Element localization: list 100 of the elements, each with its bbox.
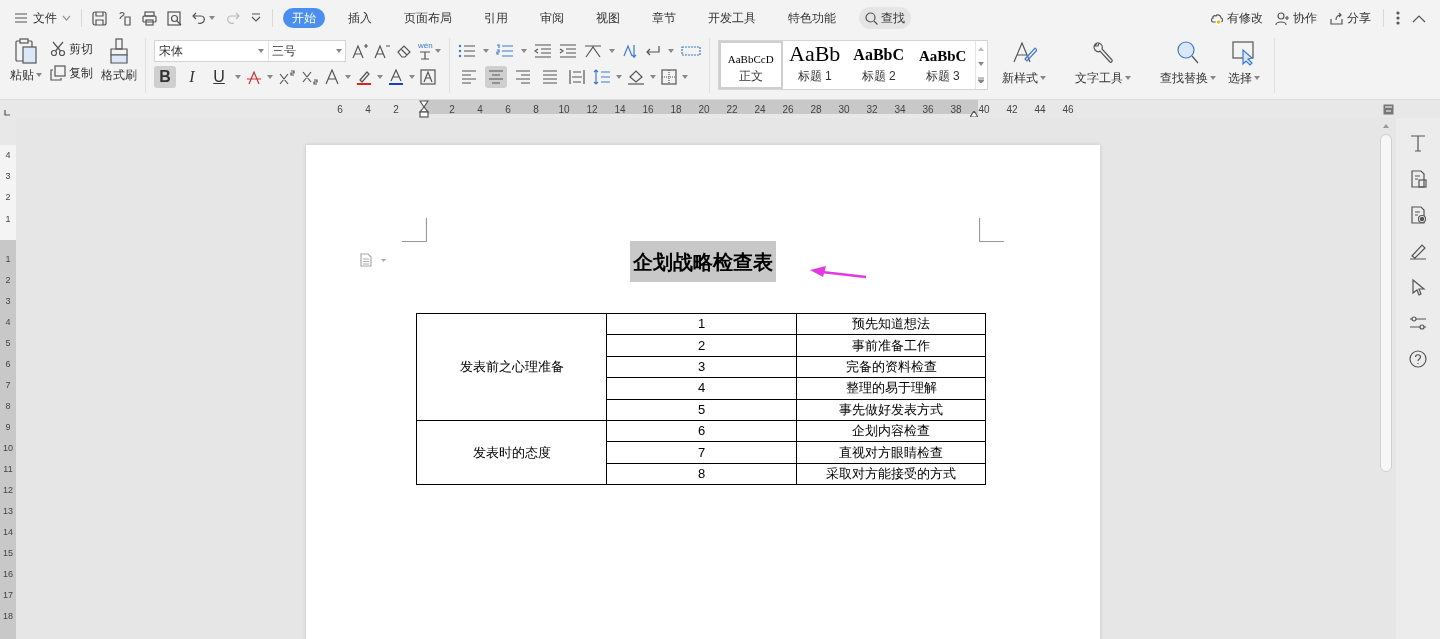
toolbar-action[interactable]: 有修改 <box>1209 9 1263 27</box>
ruler-number: 12 <box>586 102 598 117</box>
file-menu[interactable]: 文件 <box>14 9 71 27</box>
ribbon-tab[interactable]: 特色功能 <box>779 8 845 28</box>
line-break-icon[interactable] <box>644 44 661 58</box>
scrollbar-thumb[interactable] <box>1380 134 1392 472</box>
indent-marker-icon[interactable] <box>419 100 429 118</box>
save-icon[interactable] <box>92 10 107 26</box>
caret-icon[interactable] <box>615 75 622 79</box>
more-vertical-icon[interactable] <box>1396 11 1400 25</box>
highlighter-icon[interactable] <box>356 69 372 85</box>
superscript-icon[interactable] <box>278 69 296 85</box>
borders-icon[interactable] <box>660 69 677 85</box>
caret-icon[interactable] <box>345 75 351 79</box>
ribbon-tab[interactable]: 开发工具 <box>699 8 765 28</box>
copy-button[interactable]: 复制 <box>50 64 93 82</box>
ribbon-tab[interactable]: 审阅 <box>531 8 573 28</box>
ribbon-tool-button[interactable]: 选择 <box>1221 40 1266 87</box>
paste-button[interactable]: 粘贴 <box>10 38 42 84</box>
expand-gallery-icon[interactable] <box>978 77 985 84</box>
cut-button[interactable]: 剪切 <box>50 40 93 58</box>
caret-icon[interactable] <box>482 49 489 53</box>
document-bookmark-icon[interactable] <box>1409 170 1427 188</box>
ruler-number: 10 <box>558 102 570 117</box>
shrink-font-icon[interactable] <box>374 43 390 59</box>
ruler-number: 18 <box>2 609 14 623</box>
font-style-button[interactable]: I <box>181 66 203 88</box>
style-option[interactable]: AaBbC 标题 3 <box>910 41 975 89</box>
caret-icon[interactable] <box>409 75 415 79</box>
ruler-number: 44 <box>1034 102 1046 117</box>
subscript-icon[interactable] <box>301 69 319 85</box>
ribbon-tab[interactable]: 插入 <box>339 8 381 28</box>
text-icon[interactable] <box>1409 134 1427 152</box>
pen-icon[interactable] <box>1409 242 1427 260</box>
ruler-icon[interactable] <box>680 46 701 56</box>
ruler-number: 5 <box>4 336 12 350</box>
grow-font-icon[interactable] <box>352 43 368 59</box>
caret-icon[interactable] <box>681 75 688 79</box>
format-painter-button[interactable]: 格式刷 <box>101 38 137 84</box>
collapse-icon[interactable] <box>1412 13 1426 23</box>
font-color-icon[interactable] <box>388 69 404 85</box>
character-border-icon[interactable] <box>420 69 436 85</box>
ribbon-tool-button[interactable]: 新样式 <box>995 40 1052 87</box>
ribbon-tab[interactable]: 页面布局 <box>395 8 461 28</box>
caret-icon[interactable] <box>1253 76 1260 80</box>
print-preview-icon[interactable] <box>167 10 182 26</box>
text-direction-icon[interactable] <box>583 44 602 58</box>
caret-icon[interactable] <box>209 16 215 20</box>
font-style-button[interactable]: U <box>208 66 230 88</box>
phonetic-guide-button[interactable]: wén <box>418 42 433 60</box>
align-center-button[interactable] <box>484 66 507 88</box>
numbered-list-icon[interactable] <box>495 44 514 58</box>
caret-icon[interactable] <box>1039 76 1046 80</box>
text-effect-icon[interactable] <box>324 69 340 85</box>
scroll-down-icon[interactable] <box>978 62 985 66</box>
tool-label: 选择 <box>1227 70 1252 87</box>
sort-icon[interactable] <box>621 43 638 59</box>
style-option[interactable]: AaBbC 标题 2 <box>846 41 911 89</box>
more-icon[interactable] <box>250 12 262 24</box>
search-button[interactable]: 查找 <box>859 7 911 29</box>
document-record-icon[interactable] <box>1409 206 1427 224</box>
caret-icon[interactable] <box>434 49 441 53</box>
ruler-number: 36 <box>922 102 934 117</box>
scroll-up-icon[interactable] <box>978 46 985 51</box>
caret-icon[interactable] <box>36 73 42 77</box>
caret-icon[interactable] <box>608 49 615 53</box>
ribbon-tab[interactable]: 视图 <box>587 8 629 28</box>
toolbar-action[interactable]: 协作 <box>1275 9 1317 27</box>
increase-indent-icon[interactable] <box>558 44 577 58</box>
undo-icon[interactable] <box>192 10 207 26</box>
caret-icon[interactable] <box>1209 76 1216 80</box>
shading-icon[interactable] <box>626 69 645 85</box>
ribbon-tab[interactable]: 引用 <box>475 8 517 28</box>
font-style-button[interactable]: B <box>154 66 176 88</box>
style-option[interactable]: AaBbCcD 正文 <box>718 41 783 89</box>
caret-icon[interactable] <box>520 49 527 53</box>
caret-icon[interactable] <box>667 49 674 53</box>
ribbon-tool-button[interactable]: 查找替换 <box>1153 40 1222 87</box>
eraser-icon[interactable] <box>396 43 412 59</box>
toolbar-action[interactable]: 分享 <box>1329 9 1371 27</box>
copy-icon <box>50 65 66 81</box>
style-option[interactable]: AaBb 标题 1 <box>782 41 847 89</box>
caret-icon[interactable] <box>377 75 383 79</box>
ribbon-tool-button[interactable]: 文字工具 <box>1068 40 1137 87</box>
ribbon-tab[interactable]: 章节 <box>643 8 685 28</box>
caret-icon[interactable] <box>1124 76 1131 80</box>
document-options-icon[interactable] <box>360 253 386 267</box>
line-spacing-icon[interactable] <box>592 69 611 85</box>
caret-icon[interactable] <box>235 75 241 79</box>
caret-icon[interactable] <box>649 75 656 79</box>
caret-icon[interactable] <box>267 75 273 79</box>
view-switch-icon[interactable] <box>1383 104 1394 115</box>
scroll-up-icon[interactable] <box>1383 124 1389 128</box>
cursor-icon[interactable] <box>1409 278 1427 296</box>
decrease-indent-icon[interactable] <box>533 44 552 58</box>
strikethrough-icon[interactable] <box>246 69 262 85</box>
print-icon[interactable] <box>142 10 157 26</box>
help-icon[interactable] <box>1409 350 1427 368</box>
bullet-list-icon[interactable] <box>457 44 476 58</box>
sliders-icon[interactable] <box>1409 314 1427 332</box>
